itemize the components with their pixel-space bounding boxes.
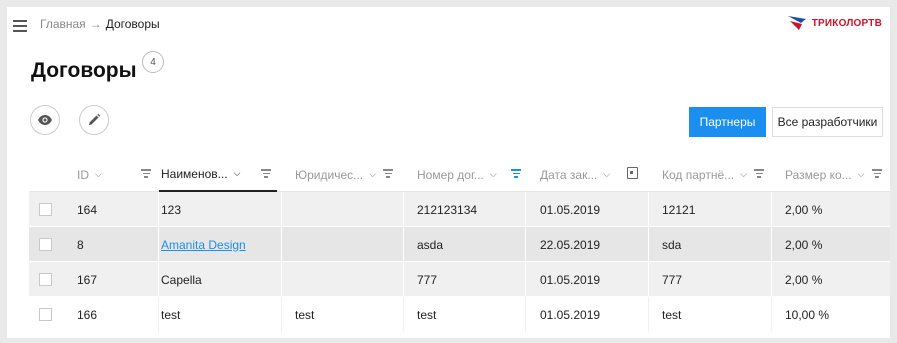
column-header-legal[interactable]: Юридичес... ⌵ bbox=[295, 157, 399, 192]
cell-date: 01.05.2019 bbox=[526, 262, 649, 297]
pencil-icon bbox=[89, 113, 101, 125]
row-checkbox[interactable] bbox=[39, 203, 52, 216]
count-badge: 4 bbox=[142, 51, 164, 73]
row-checkbox[interactable] bbox=[39, 308, 52, 321]
column-header-date[interactable]: Дата зак... ⌵ bbox=[540, 157, 644, 192]
breadcrumb-home[interactable]: Главная bbox=[40, 17, 86, 31]
menu-icon[interactable] bbox=[13, 20, 27, 32]
calendar-icon[interactable] bbox=[627, 167, 638, 179]
edit-button[interactable] bbox=[79, 105, 109, 135]
filter-icon[interactable] bbox=[872, 169, 882, 178]
cell-contract-number: asda bbox=[404, 227, 526, 262]
filter-icon[interactable] bbox=[141, 169, 151, 178]
cell-contract-number: test bbox=[404, 297, 526, 332]
column-label: Дата зак... bbox=[540, 167, 598, 182]
column-label: Юридичес... bbox=[295, 167, 364, 182]
column-header-id[interactable]: ID ⌵ bbox=[77, 157, 157, 192]
filter-icon[interactable] bbox=[261, 169, 271, 178]
cell-id: 8 bbox=[77, 227, 159, 262]
row-checkbox[interactable] bbox=[39, 273, 52, 286]
chevron-down-icon: ⌵ bbox=[603, 169, 611, 179]
column-header-size[interactable]: Размер ко... ⌵ bbox=[785, 157, 888, 192]
cell-partner-code: sda bbox=[649, 227, 772, 262]
cell-contract-number: 777 bbox=[404, 262, 526, 297]
filter-active-icon[interactable] bbox=[511, 169, 521, 178]
chevron-down-icon: ⌵ bbox=[740, 169, 747, 179]
cell-date: 22.05.2019 bbox=[526, 227, 649, 262]
cell-id: 166 bbox=[77, 297, 159, 332]
table-header: ID ⌵ Наименов... ⌵ Юридичес... ⌵ Номер дог.… bbox=[29, 157, 890, 192]
column-label: Размер ко... bbox=[785, 167, 852, 182]
cell-id: 167 bbox=[77, 262, 159, 297]
tricolor-logo: ТРИКОЛОРТВ bbox=[787, 15, 882, 31]
column-header-contract-number[interactable]: Номер дог... ⌵ bbox=[417, 157, 527, 192]
column-label: ID bbox=[77, 167, 89, 182]
column-label: Код партнё... bbox=[662, 167, 735, 182]
app-frame: Главная → Договоры ТРИКОЛОРТВ Договоры 4 П… bbox=[7, 7, 890, 338]
contracts-table: ID ⌵ Наименов... ⌵ Юридичес... ⌵ Номер дог.… bbox=[29, 157, 890, 332]
cell-partner-code: 777 bbox=[649, 262, 772, 297]
row-checkbox[interactable] bbox=[39, 238, 52, 251]
cell-size: 2,00 % bbox=[785, 202, 823, 217]
eye-icon bbox=[38, 115, 52, 125]
cell-contract-number: 212123134 bbox=[404, 192, 526, 227]
column-header-name[interactable]: Наименов... ⌵ bbox=[159, 157, 277, 192]
top-bar: Главная → Договоры ТРИКОЛОРТВ bbox=[7, 7, 890, 43]
table-row[interactable]: 164 123 212123134 01.05.2019 12121 2,00 … bbox=[29, 192, 890, 227]
chevron-down-icon: ⌵ bbox=[369, 169, 376, 179]
cell-size: 2,00 % bbox=[785, 237, 823, 252]
chevron-down-icon: ⌵ bbox=[233, 168, 241, 178]
tricolor-logo-mark bbox=[787, 16, 806, 30]
all-developers-button[interactable]: Все разработчики bbox=[772, 107, 883, 137]
breadcrumb-current: Договоры bbox=[105, 17, 160, 31]
column-label: Наименов... bbox=[161, 166, 228, 181]
filter-icon[interactable] bbox=[383, 169, 393, 178]
logo-text: ТРИКОЛОРТВ bbox=[811, 17, 882, 29]
filter-icon[interactable] bbox=[754, 169, 764, 178]
cell-legal bbox=[282, 227, 404, 262]
cell-name: test bbox=[161, 297, 282, 332]
cell-size: 10,00 % bbox=[785, 307, 830, 322]
cell-name: 123 bbox=[161, 192, 282, 227]
cell-partner-code: test bbox=[649, 297, 772, 332]
view-button[interactable] bbox=[30, 105, 60, 135]
cell-name: Amanita Design bbox=[161, 227, 282, 262]
cell-legal bbox=[282, 192, 404, 227]
chevron-down-icon: ⌵ bbox=[95, 169, 102, 179]
table-row[interactable]: 8 Amanita Design asda 22.05.2019 sda 2,0… bbox=[29, 227, 890, 262]
page-title: Договоры bbox=[31, 59, 137, 82]
partners-button[interactable]: Партнеры bbox=[689, 107, 766, 137]
cell-legal bbox=[282, 262, 404, 297]
cell-date: 01.05.2019 bbox=[526, 192, 649, 227]
cell-name: Capella bbox=[161, 262, 282, 297]
chevron-down-icon: ⌵ bbox=[857, 169, 865, 179]
chevron-down-icon: ⌵ bbox=[489, 169, 497, 179]
cell-date: 01.05.2019 bbox=[526, 297, 649, 332]
table-row[interactable]: 167 Capella 777 01.05.2019 777 2,00 % bbox=[29, 262, 890, 297]
partner-link[interactable]: Amanita Design bbox=[161, 238, 246, 252]
column-header-partner-code[interactable]: Код партнё... ⌵ bbox=[662, 157, 770, 192]
cell-size: 2,00 % bbox=[785, 272, 823, 287]
table-row[interactable]: 166 test test test 01.05.2019 test 10,00… bbox=[29, 297, 890, 332]
cell-legal: test bbox=[282, 297, 404, 332]
cell-partner-code: 12121 bbox=[649, 192, 772, 227]
breadcrumb-separator: → bbox=[89, 17, 102, 31]
cell-id: 164 bbox=[77, 192, 159, 227]
breadcrumb: Главная → Договоры bbox=[40, 17, 160, 31]
column-label: Номер дог... bbox=[417, 167, 484, 182]
